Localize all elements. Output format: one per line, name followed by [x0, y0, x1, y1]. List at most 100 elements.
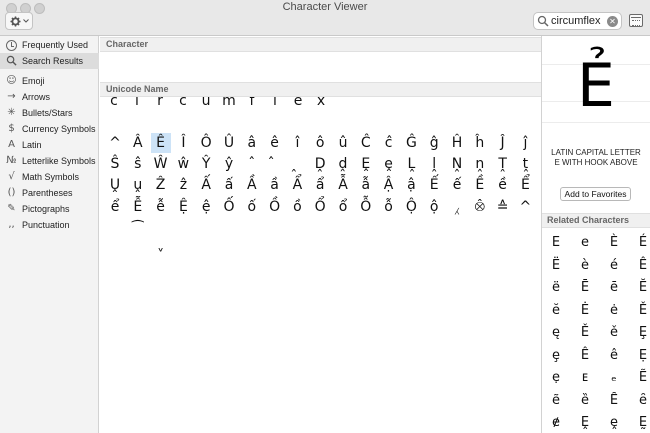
glyph-cell[interactable]: Ộ [401, 197, 421, 217]
glyph-cell[interactable]: Ô [196, 133, 216, 153]
related-character[interactable]: Ê [632, 255, 650, 277]
add-to-favorites-button[interactable]: Add to Favorites [560, 187, 631, 201]
related-character[interactable]: é [603, 255, 625, 277]
glyph-cell[interactable]: â [242, 133, 262, 153]
related-character[interactable]: ȇ [632, 390, 650, 412]
glyph-cell[interactable]: Ề [470, 175, 490, 195]
glyph-cell[interactable]: ĥ [470, 133, 490, 153]
sidebar-item-parentheses[interactable]: () Parentheses [0, 185, 99, 201]
related-character[interactable]: è [574, 255, 596, 277]
glyph-cell[interactable]: Î [173, 133, 193, 153]
glyph-cell[interactable]: ḽ [424, 154, 444, 174]
glyph-cell[interactable]: ệ [196, 197, 216, 217]
glyph-cell[interactable]: Ẫ [333, 175, 353, 195]
glyph-cell[interactable]: Ĝ [401, 133, 421, 153]
glyph-cell[interactable]: Ấ [196, 175, 216, 195]
glyph-cell[interactable]: Ṋ [447, 154, 467, 174]
glyph-cell[interactable]: Ḓ [310, 154, 330, 174]
glyph-cell[interactable]: ^ [515, 197, 535, 217]
glyph-cell[interactable]: Ḽ [401, 154, 421, 174]
glyph-cell[interactable]: Ố [219, 197, 239, 217]
sidebar-item-currency-symbols[interactable]: $ Currency Symbols [0, 121, 99, 137]
glyph-cell[interactable]: Ầ [242, 175, 262, 195]
glyph-cell[interactable]: ⨶ [470, 197, 490, 217]
glyph-cell[interactable]: ế [447, 175, 467, 195]
glyph-cell[interactable]: Â [128, 133, 148, 153]
related-character[interactable]: ₑ [603, 367, 625, 389]
glyph-cell[interactable]: Ậ [379, 175, 399, 195]
glyph-cell[interactable]: Ĵ [493, 133, 513, 153]
action-menu-button[interactable] [5, 12, 33, 30]
glyph-cell[interactable]: ẑ [173, 175, 193, 195]
glyph-cell[interactable]: û [333, 133, 353, 153]
glyph-cell[interactable]: ễ [151, 197, 171, 217]
glyph-cell[interactable]: ̂ [265, 154, 285, 174]
glyph-cell[interactable]: ĉ [379, 133, 399, 153]
glyph-cell[interactable]: ḙ [379, 154, 399, 174]
search-field[interactable]: ✕ [533, 12, 622, 30]
related-character[interactable]: ê [603, 345, 625, 367]
glyph-cell[interactable]: ḓ [333, 154, 353, 174]
glyph-cell[interactable]: Ê [150, 133, 171, 153]
keyboard-viewer-icon[interactable] [629, 14, 643, 27]
related-character[interactable]: Ẹ [632, 345, 650, 367]
glyph-cell[interactable]: Ṱ [493, 154, 513, 174]
glyph-cell[interactable]: ể [105, 197, 125, 217]
related-character[interactable]: Ẽ [632, 367, 650, 389]
glyph-cell[interactable]: Ḙ [356, 154, 376, 174]
glyph-cell[interactable]: ẩ [310, 175, 330, 195]
sidebar-item-math-symbols[interactable]: √ Math Symbols [0, 169, 99, 185]
glyph-cell[interactable]: ấ [219, 175, 239, 195]
glyph-cell[interactable]: Ŷ [196, 154, 216, 174]
glyph-cell[interactable]: ṱ [515, 154, 535, 174]
related-character[interactable]: Ě [574, 322, 596, 344]
glyph-cell[interactable]: ồ [287, 197, 307, 217]
related-character[interactable]: Ȩ [632, 322, 650, 344]
related-character[interactable]: Ĕ [632, 277, 650, 299]
related-character[interactable]: ȩ [545, 345, 567, 367]
sidebar-item-search-results[interactable]: Search Results [0, 53, 99, 69]
glyph-cell[interactable]: Ŝ [105, 154, 125, 174]
glyph-cell[interactable]: Û [219, 133, 239, 153]
glyph-cell[interactable]: ố [242, 197, 262, 217]
related-character[interactable]: È [603, 232, 625, 254]
related-character[interactable]: ḙ [603, 412, 625, 433]
glyph-cell[interactable]: ê [265, 133, 285, 153]
related-character[interactable]: Ḙ [574, 412, 596, 433]
glyph-cell[interactable]: ŝ [128, 154, 148, 174]
related-character[interactable]: ɇ [545, 412, 567, 433]
sidebar-item-punctuation[interactable]: ,, Punctuation [0, 217, 99, 233]
sidebar-item-bullets-stars[interactable]: ✳ Bullets/Stars [0, 105, 99, 121]
glyph-cell[interactable]: Ễ [128, 197, 148, 217]
sidebar-item-arrows[interactable]: → Arrows [0, 89, 99, 105]
glyph-cell[interactable]: ỗ [379, 197, 399, 217]
glyph-cell[interactable]: Ể [515, 175, 535, 195]
related-character[interactable]: Ê [574, 345, 596, 367]
related-character[interactable]: ę [545, 322, 567, 344]
sidebar-item-pictographs[interactable]: ✎ Pictographs [0, 201, 99, 217]
related-character[interactable]: Ë [545, 255, 567, 277]
sidebar-item-frequently-used[interactable]: Frequently Used [0, 37, 99, 53]
glyph-cell[interactable]: ˬ [151, 234, 171, 254]
glyph-cell[interactable]: ≙ [493, 197, 513, 217]
related-character[interactable]: ē [603, 277, 625, 299]
related-character[interactable]: É [632, 232, 650, 254]
related-character[interactable]: ė [603, 300, 625, 322]
related-character[interactable]: ẹ [545, 367, 567, 389]
glyph-cell[interactable]: Ổ [310, 197, 330, 217]
glyph-cell[interactable]: Ệ [173, 197, 193, 217]
glyph-cell[interactable]: ṷ [128, 175, 148, 195]
glyph-cell[interactable]: Ồ [265, 197, 285, 217]
glyph-cell[interactable]: Ẩ [287, 175, 307, 195]
search-input[interactable] [551, 15, 611, 27]
glyph-cell[interactable]: ŷ [219, 154, 239, 174]
glyph-cell[interactable]: Ĥ [447, 133, 467, 153]
related-character[interactable]: ᴇ [574, 367, 596, 389]
glyph-cell[interactable]: ^ [105, 133, 125, 153]
glyph-cell[interactable]: Ŵ [151, 154, 171, 174]
glyph-cell[interactable]: ổ [333, 197, 353, 217]
related-character[interactable]: e [574, 232, 596, 254]
clear-search-icon[interactable]: ✕ [607, 16, 618, 27]
glyph-cell[interactable]: Ẑ [151, 175, 171, 195]
related-character[interactable]: Ě [632, 300, 650, 322]
